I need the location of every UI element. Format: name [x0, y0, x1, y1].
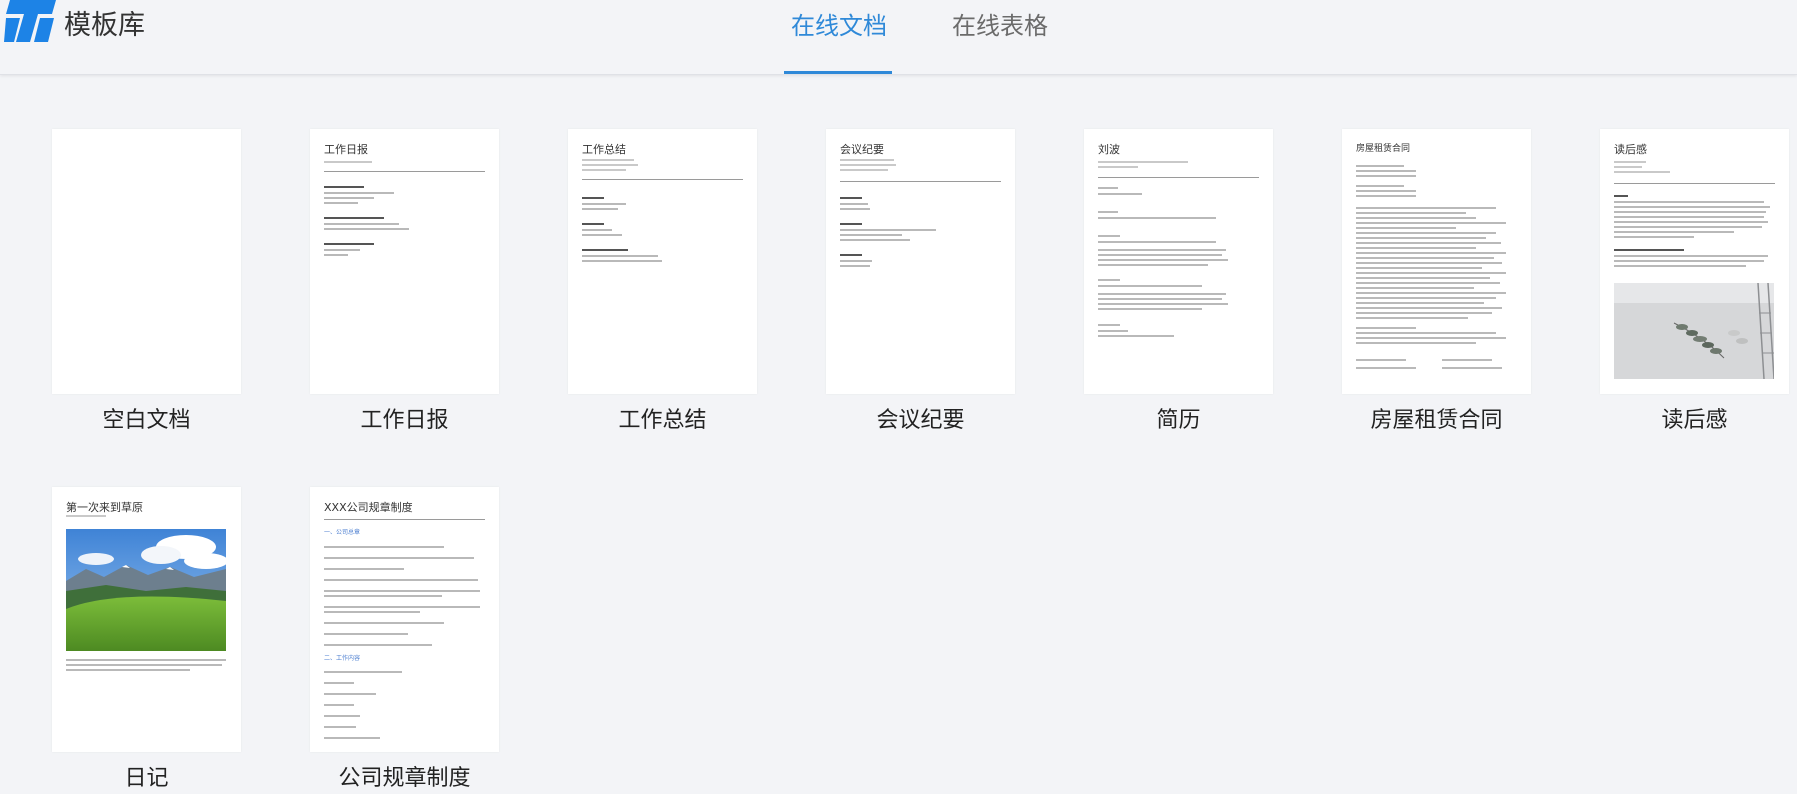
template-thumbnail[interactable]: XXX公司规章制度 一、公司总章 二、工作内容	[310, 487, 499, 752]
thumbnail-title: XXX公司规章制度	[324, 501, 413, 514]
thumbnail-title: 房屋租赁合同	[1356, 144, 1411, 154]
template-label: 日记	[124, 766, 169, 791]
template-thumbnail[interactable]: 会议纪要	[826, 129, 1015, 394]
tab-online-sheets[interactable]: 在线表格	[952, 10, 1048, 42]
template-thumbnail[interactable]: 房屋租赁合同	[1342, 129, 1531, 394]
grassland-photo	[66, 529, 226, 651]
thumbnail-title: 会议纪要	[840, 143, 884, 156]
template-label: 工作总结	[618, 408, 707, 433]
template-thumbnail[interactable]: 工作总结	[568, 129, 757, 394]
header-bar: 模板库 在线文档 在线表格	[0, 0, 1797, 75]
tab-online-docs[interactable]: 在线文档	[791, 10, 887, 42]
thumbnail-title: 工作总结	[582, 143, 626, 156]
template-thumbnail[interactable]: 刘波	[1084, 129, 1273, 394]
thumbnail-title: 刘波	[1098, 143, 1120, 156]
thumbnail-title: 读后感	[1614, 143, 1647, 156]
thumbnail-section-title: 一、公司总章	[324, 529, 361, 536]
thumbnail-title: 第一次来到草原	[66, 501, 143, 514]
template-thumbnail[interactable]	[52, 129, 241, 394]
template-label: 读后感	[1661, 408, 1728, 433]
template-label: 简历	[1156, 408, 1201, 433]
t-logo-icon[interactable]	[4, 0, 60, 50]
plant-photo	[1614, 283, 1774, 379]
thumbnail-section-title: 二、工作内容	[324, 655, 361, 662]
thumbnail-title: 工作日报	[324, 143, 368, 156]
template-label: 会议纪要	[876, 408, 965, 433]
template-thumbnail[interactable]: 第一次来到草原	[52, 487, 241, 752]
app-title: 模板库	[64, 10, 145, 41]
template-label: 工作日报	[360, 408, 449, 433]
template-label: 公司规章制度	[338, 766, 471, 791]
template-thumbnail[interactable]: 读后感	[1600, 129, 1789, 394]
template-label: 房屋租赁合同	[1370, 408, 1503, 433]
active-tab-indicator	[784, 71, 892, 74]
template-thumbnail[interactable]: 工作日报	[310, 129, 499, 394]
template-label: 空白文档	[102, 408, 191, 433]
